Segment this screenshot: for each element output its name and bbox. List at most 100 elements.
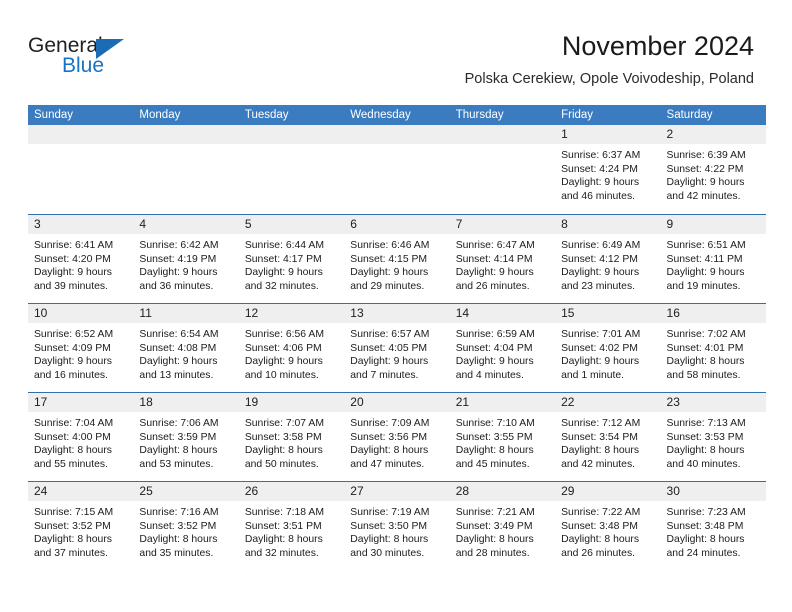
day-cell[interactable]: 3 Sunrise: 6:41 AM Sunset: 4:20 PM Daylight…	[28, 215, 134, 303]
daylight-text-line2: and 4 minutes.	[455, 369, 524, 381]
brand-logo[interactable]: General Blue	[28, 34, 228, 90]
day-cell[interactable]: 1 Sunrise: 6:37 AM Sunset: 4:24 PM Daylight…	[555, 125, 661, 214]
day-cell[interactable]: 5 Sunrise: 6:44 AM Sunset: 4:17 PM Daylight…	[238, 215, 345, 303]
daylight-text-line1: Daylight: 8 hours	[350, 534, 429, 546]
day-cell[interactable]: 21 Sunrise: 7:10 AM Sunset: 3:55 PM Dayligh…	[449, 393, 556, 481]
sunrise-text: Sunrise: 6:42 AM	[139, 240, 219, 251]
sunset-text: Sunset: 4:11 PM	[666, 253, 743, 265]
day-details: Sunrise: 6:39 AM Sunset: 4:22 PM Daylight:…	[661, 144, 766, 203]
day-number: 27	[344, 482, 450, 501]
day-cell[interactable]: 9 Sunrise: 6:51 AM Sunset: 4:11 PM Daylight…	[660, 215, 766, 303]
daylight-text-line2: and 24 minutes.	[666, 547, 741, 559]
day-cell[interactable]: 25 Sunrise: 7:16 AM Sunset: 3:52 PM Dayligh…	[133, 482, 239, 570]
day-details: Sunrise: 6:49 AM Sunset: 4:12 PM Daylight:…	[555, 234, 660, 293]
day-number: 30	[660, 482, 766, 501]
day-number	[133, 125, 239, 144]
calendar-week-row: 1 Sunrise: 6:37 AM Sunset: 4:24 PM Daylight…	[28, 125, 766, 214]
day-cell[interactable]: 11 Sunrise: 6:54 AM Sunset: 4:08 PM Dayligh…	[133, 304, 239, 392]
daylight-text-line1: Daylight: 8 hours	[139, 445, 218, 457]
day-number: 15	[555, 304, 661, 323]
day-cell-empty	[133, 125, 239, 214]
day-details: Sunrise: 7:21 AM Sunset: 3:49 PM Daylight:…	[450, 501, 555, 560]
sunset-text: Sunset: 4:06 PM	[244, 342, 322, 354]
daylight-text-line2: and 47 minutes.	[350, 458, 425, 470]
day-cell[interactable]: 14 Sunrise: 6:59 AM Sunset: 4:04 PM Dayligh…	[449, 304, 556, 392]
day-cell[interactable]: 8 Sunrise: 6:49 AM Sunset: 4:12 PM Daylight…	[555, 215, 661, 303]
sunrise-text: Sunrise: 6:54 AM	[139, 329, 219, 340]
day-details: Sunrise: 7:07 AM Sunset: 3:58 PM Daylight:…	[239, 412, 344, 471]
day-cell[interactable]: 12 Sunrise: 6:56 AM Sunset: 4:06 PM Dayligh…	[238, 304, 345, 392]
day-details: Sunrise: 6:54 AM Sunset: 4:08 PM Daylight:…	[133, 323, 238, 382]
day-cell[interactable]: 27 Sunrise: 7:19 AM Sunset: 3:50 PM Dayligh…	[344, 482, 450, 570]
day-cell[interactable]: 6 Sunrise: 6:46 AM Sunset: 4:15 PM Daylight…	[344, 215, 450, 303]
daylight-text-line2: and 1 minute.	[561, 369, 625, 381]
calendar-week-row: 24 Sunrise: 7:15 AM Sunset: 3:52 PM Dayligh…	[28, 481, 766, 570]
sunrise-text: Sunrise: 7:16 AM	[139, 507, 219, 518]
sunrise-text: Sunrise: 7:23 AM	[666, 507, 746, 518]
day-cell[interactable]: 15 Sunrise: 7:01 AM Sunset: 4:02 PM Dayligh…	[555, 304, 661, 392]
daylight-text-line1: Daylight: 8 hours	[34, 534, 112, 546]
sunset-text: Sunset: 4:09 PM	[34, 342, 111, 354]
sunrise-text: Sunrise: 6:47 AM	[455, 240, 535, 251]
day-cell[interactable]: 4 Sunrise: 6:42 AM Sunset: 4:19 PM Daylight…	[133, 215, 239, 303]
day-cell[interactable]: 16 Sunrise: 7:02 AM Sunset: 4:01 PM Dayligh…	[660, 304, 766, 392]
day-number: 19	[238, 393, 345, 412]
sunset-text: Sunset: 3:58 PM	[244, 431, 322, 443]
day-cell[interactable]: 28 Sunrise: 7:21 AM Sunset: 3:49 PM Dayligh…	[449, 482, 556, 570]
day-cell[interactable]: 13 Sunrise: 6:57 AM Sunset: 4:05 PM Dayligh…	[344, 304, 450, 392]
sunrise-text: Sunrise: 7:09 AM	[350, 418, 430, 429]
sunset-text: Sunset: 4:19 PM	[139, 253, 217, 265]
daylight-text-line1: Daylight: 9 hours	[34, 356, 112, 368]
daylight-text-line1: Daylight: 8 hours	[666, 534, 745, 546]
daylight-text-line2: and 26 minutes.	[561, 547, 636, 559]
daylight-text-line1: Daylight: 9 hours	[561, 177, 640, 189]
day-cell[interactable]: 17 Sunrise: 7:04 AM Sunset: 4:00 PM Dayligh…	[28, 393, 134, 481]
day-cell[interactable]: 7 Sunrise: 6:47 AM Sunset: 4:14 PM Daylight…	[449, 215, 556, 303]
day-cell[interactable]: 22 Sunrise: 7:12 AM Sunset: 3:54 PM Dayligh…	[555, 393, 661, 481]
sunset-text: Sunset: 3:52 PM	[34, 520, 111, 532]
day-cell[interactable]: 30 Sunrise: 7:23 AM Sunset: 3:48 PM Dayligh…	[660, 482, 766, 570]
day-number: 16	[660, 304, 766, 323]
day-number: 23	[660, 393, 766, 412]
day-cell[interactable]: 20 Sunrise: 7:09 AM Sunset: 3:56 PM Dayligh…	[344, 393, 450, 481]
day-cell[interactable]: 19 Sunrise: 7:07 AM Sunset: 3:58 PM Dayligh…	[238, 393, 345, 481]
daylight-text-line1: Daylight: 8 hours	[561, 445, 640, 457]
daylight-text-line2: and 29 minutes.	[350, 280, 425, 292]
daylight-text-line2: and 50 minutes.	[244, 458, 319, 470]
daylight-text-line2: and 19 minutes.	[666, 280, 741, 292]
day-cell[interactable]: 10 Sunrise: 6:52 AM Sunset: 4:09 PM Dayligh…	[28, 304, 134, 392]
weekday-header-friday: Friday	[561, 109, 594, 121]
day-cell[interactable]: 23 Sunrise: 7:13 AM Sunset: 3:53 PM Dayligh…	[660, 393, 766, 481]
sunset-text: Sunset: 4:08 PM	[139, 342, 217, 354]
day-cell[interactable]: 26 Sunrise: 7:18 AM Sunset: 3:51 PM Dayligh…	[238, 482, 345, 570]
sunrise-text: Sunrise: 6:41 AM	[34, 240, 114, 251]
daylight-text-line2: and 23 minutes.	[561, 280, 636, 292]
day-number	[238, 125, 345, 144]
sunrise-text: Sunrise: 6:37 AM	[561, 150, 641, 161]
daylight-text-line2: and 13 minutes.	[139, 369, 214, 381]
sunset-text: Sunset: 4:02 PM	[561, 342, 638, 354]
day-cell[interactable]: 2 Sunrise: 6:39 AM Sunset: 4:22 PM Daylight…	[660, 125, 766, 214]
day-number	[449, 125, 556, 144]
sunrise-text: Sunrise: 7:18 AM	[244, 507, 324, 518]
daylight-text-line2: and 42 minutes.	[666, 190, 741, 202]
day-number: 7	[449, 215, 556, 234]
day-cell[interactable]: 18 Sunrise: 7:06 AM Sunset: 3:59 PM Dayligh…	[133, 393, 239, 481]
day-number: 9	[660, 215, 766, 234]
daylight-text-line2: and 53 minutes.	[139, 458, 214, 470]
day-number: 6	[344, 215, 450, 234]
day-cell-empty	[238, 125, 345, 214]
day-cell[interactable]: 29 Sunrise: 7:22 AM Sunset: 3:48 PM Dayligh…	[555, 482, 661, 570]
day-details: Sunrise: 6:59 AM Sunset: 4:04 PM Daylight:…	[450, 323, 555, 382]
daylight-text-line1: Daylight: 8 hours	[455, 534, 534, 546]
day-details: Sunrise: 6:56 AM Sunset: 4:06 PM Daylight:…	[239, 323, 344, 382]
daylight-text-line1: Daylight: 8 hours	[34, 445, 112, 457]
weekday-header-saturday: Saturday	[666, 109, 713, 121]
day-cell[interactable]: 24 Sunrise: 7:15 AM Sunset: 3:52 PM Dayligh…	[28, 482, 134, 570]
daylight-text-line1: Daylight: 8 hours	[139, 534, 218, 546]
calendar-grid: Sunday Monday Tuesday Wednesday Thursday Frid…	[28, 105, 766, 570]
day-details: Sunrise: 7:22 AM Sunset: 3:48 PM Daylight:…	[555, 501, 660, 560]
sunrise-text: Sunrise: 6:57 AM	[350, 329, 430, 340]
day-number: 22	[555, 393, 661, 412]
daylight-text-line2: and 30 minutes.	[350, 547, 425, 559]
